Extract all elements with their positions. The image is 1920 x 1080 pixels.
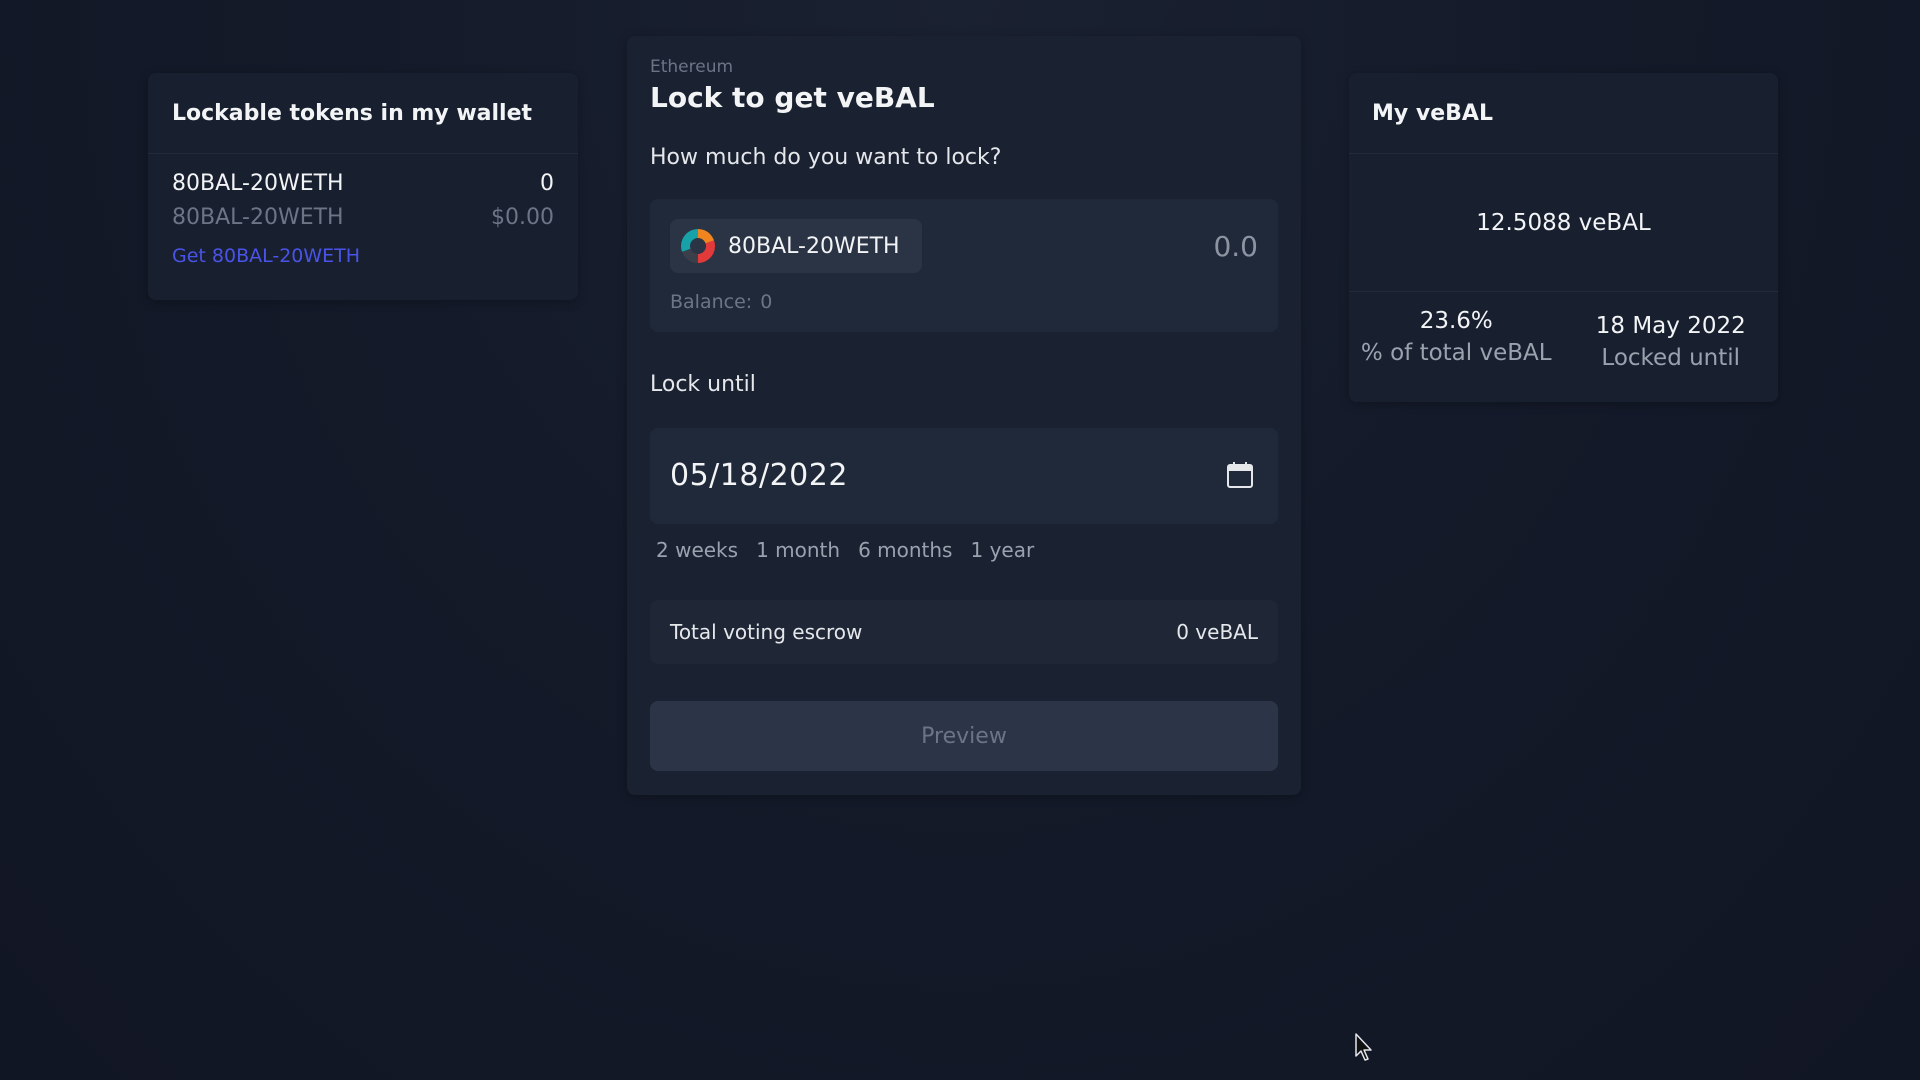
balance-value[interactable]: 0 — [760, 291, 772, 313]
vebal-total: 12.5088 veBAL — [1349, 154, 1778, 292]
lock-amount-question: How much do you want to lock? — [650, 145, 1002, 170]
balance-label: Balance: — [670, 291, 753, 313]
preset-1-month[interactable]: 1 month — [756, 538, 840, 562]
locked-until-label: Locked until — [1601, 345, 1741, 371]
preset-1-year[interactable]: 1 year — [970, 538, 1034, 562]
escrow-value: 0 veBAL — [1176, 620, 1258, 644]
wallet-token-row: 80BAL-20WETH 0 — [148, 171, 578, 196]
token-amount-box: 80BAL-20WETH Balance: 0 — [650, 199, 1278, 332]
token-balance: Balance: 0 — [670, 291, 772, 313]
lock-date-value[interactable]: 05/18/2022 — [670, 458, 848, 493]
preview-button[interactable]: Preview — [650, 701, 1278, 771]
total-voting-escrow: Total voting escrow 0 veBAL — [650, 600, 1278, 664]
card-title: My veBAL — [1349, 73, 1778, 154]
escrow-label: Total voting escrow — [670, 620, 863, 644]
calendar-icon[interactable] — [1226, 461, 1254, 489]
page-title: Lock to get veBAL — [650, 81, 935, 114]
percent-label: % of total veBAL — [1360, 340, 1552, 366]
mouse-pointer-icon — [1355, 1033, 1372, 1061]
token-select-label: 80BAL-20WETH — [728, 233, 900, 259]
token-logo-icon — [681, 229, 715, 263]
percent-of-total-stat: 23.6% % of total veBAL — [1349, 292, 1564, 371]
lockable-tokens-card: Lockable tokens in my wallet 80BAL-20WET… — [148, 73, 578, 300]
wallet-token-amount: 0 — [540, 171, 554, 196]
get-token-link[interactable]: Get 80BAL-20WETH — [172, 245, 554, 267]
vebal-stats: 23.6% % of total veBAL 18 May 2022 Locke… — [1349, 292, 1778, 371]
locked-until-stat: 18 May 2022 Locked until — [1564, 292, 1779, 371]
lock-until-label: Lock until — [650, 372, 756, 397]
wallet-token-value: $0.00 — [491, 205, 554, 230]
preset-2-weeks[interactable]: 2 weeks — [656, 538, 738, 562]
token-select-button[interactable]: 80BAL-20WETH — [670, 219, 922, 273]
amount-input[interactable] — [1006, 229, 1260, 264]
locked-until-value: 18 May 2022 — [1595, 313, 1746, 339]
lock-form-card: Ethereum Lock to get veBAL How much do y… — [627, 36, 1301, 795]
lock-duration-presets: 2 weeks 1 month 6 months 1 year — [656, 538, 1034, 562]
wallet-token-name: 80BAL-20WETH — [172, 171, 344, 196]
network-label: Ethereum — [650, 57, 734, 77]
wallet-token-value-row: 80BAL-20WETH $0.00 — [148, 205, 578, 230]
wallet-token-name-secondary: 80BAL-20WETH — [172, 205, 344, 230]
lock-date-field[interactable]: 05/18/2022 — [650, 428, 1278, 524]
percent-value: 23.6% — [1419, 308, 1493, 334]
preset-6-months[interactable]: 6 months — [858, 538, 952, 562]
my-vebal-card: My veBAL 12.5088 veBAL 23.6% % of total … — [1349, 73, 1778, 402]
card-title: Lockable tokens in my wallet — [148, 73, 578, 154]
